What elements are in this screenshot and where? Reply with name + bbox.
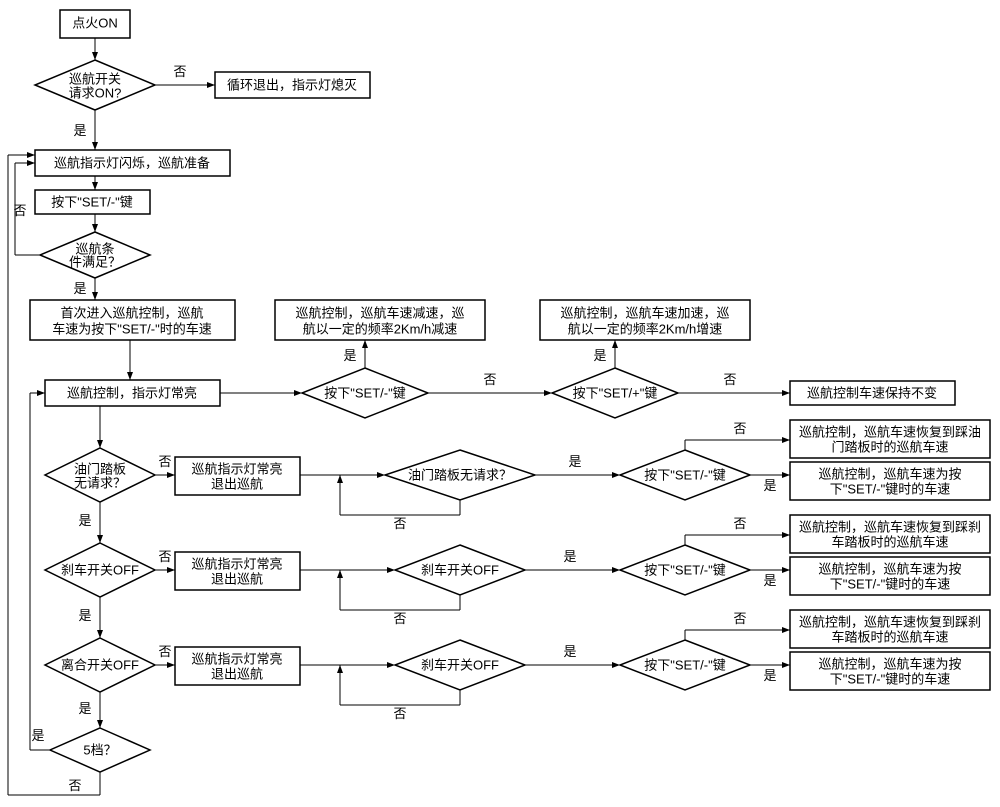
svg-text:点火ON: 点火ON bbox=[72, 15, 118, 30]
svg-text:否: 否 bbox=[733, 421, 746, 436]
svg-text:无请求？: 无请求？ bbox=[74, 475, 126, 490]
svg-text:退出巡航: 退出巡航 bbox=[211, 666, 263, 681]
svg-text:否: 否 bbox=[723, 372, 736, 387]
svg-text:按下"SET/-"键: 按下"SET/-"键 bbox=[644, 657, 725, 672]
svg-text:巡航指示灯常亮: 巡航指示灯常亮 bbox=[191, 651, 282, 666]
svg-text:按下"SET/-"键: 按下"SET/-"键 bbox=[51, 194, 132, 209]
svg-text:巡航控制，巡航车速恢复到踩刹: 巡航控制，巡航车速恢复到踩刹 bbox=[799, 614, 981, 629]
svg-text:是: 是 bbox=[343, 348, 356, 363]
svg-text:是: 是 bbox=[73, 123, 86, 138]
svg-text:是: 是 bbox=[763, 478, 776, 493]
svg-text:刹车开关OFF: 刹车开关OFF bbox=[61, 562, 139, 577]
svg-text:刹车开关OFF: 刹车开关OFF bbox=[421, 657, 499, 672]
svg-text:按下"SET/-"键: 按下"SET/-"键 bbox=[324, 385, 405, 400]
svg-text:下"SET/-"键时的车速: 下"SET/-"键时的车速 bbox=[830, 671, 950, 686]
svg-text:巡航指示灯常亮: 巡航指示灯常亮 bbox=[191, 556, 282, 571]
svg-text:否: 否 bbox=[733, 516, 746, 531]
svg-text:巡航控制，指示灯常亮: 巡航控制，指示灯常亮 bbox=[67, 385, 197, 400]
svg-text:巡航控制，巡航车速为按: 巡航控制，巡航车速为按 bbox=[818, 561, 961, 576]
svg-text:是: 是 bbox=[78, 701, 91, 716]
svg-text:是: 是 bbox=[563, 644, 576, 659]
svg-text:巡航指示灯闪烁，巡航准备: 巡航指示灯闪烁，巡航准备 bbox=[54, 155, 210, 170]
svg-text:巡航控制，巡航车速恢复到踩刹: 巡航控制，巡航车速恢复到踩刹 bbox=[799, 519, 981, 534]
svg-text:件满足？: 件满足？ bbox=[69, 254, 121, 269]
svg-text:否: 否 bbox=[68, 778, 81, 793]
svg-text:否: 否 bbox=[393, 516, 406, 531]
svg-text:航以一定的频率2Km/h增速: 航以一定的频率2Km/h增速 bbox=[568, 321, 723, 336]
svg-text:是: 是 bbox=[78, 513, 91, 528]
svg-text:否: 否 bbox=[158, 644, 171, 659]
svg-text:退出巡航: 退出巡航 bbox=[211, 476, 263, 491]
svg-text:否: 否 bbox=[158, 454, 171, 469]
svg-text:油门踏板: 油门踏板 bbox=[74, 461, 126, 476]
svg-text:是: 是 bbox=[73, 281, 86, 296]
svg-text:是: 是 bbox=[568, 454, 581, 469]
svg-text:是: 是 bbox=[563, 549, 576, 564]
svg-text:下"SET/-"键时的车速: 下"SET/-"键时的车速 bbox=[830, 576, 950, 591]
svg-text:按下"SET/-"键: 按下"SET/-"键 bbox=[644, 467, 725, 482]
svg-text:否: 否 bbox=[173, 64, 186, 79]
svg-text:否: 否 bbox=[733, 611, 746, 626]
svg-text:是: 是 bbox=[78, 608, 91, 623]
svg-text:离合开关OFF: 离合开关OFF bbox=[61, 657, 139, 672]
svg-text:巡航开关: 巡航开关 bbox=[69, 71, 121, 86]
svg-text:是: 是 bbox=[763, 573, 776, 588]
svg-text:按下"SET/-"键: 按下"SET/-"键 bbox=[644, 562, 725, 577]
svg-text:车速为按下"SET/-"时的车速: 车速为按下"SET/-"时的车速 bbox=[52, 321, 211, 336]
svg-text:退出巡航: 退出巡航 bbox=[211, 571, 263, 586]
svg-text:是: 是 bbox=[763, 668, 776, 683]
svg-text:否: 否 bbox=[393, 706, 406, 721]
svg-text:门踏板时的巡航车速: 门踏板时的巡航车速 bbox=[831, 439, 948, 454]
svg-text:车踏板时的巡航车速: 车踏板时的巡航车速 bbox=[831, 534, 948, 549]
svg-text:下"SET/-"键时的车速: 下"SET/-"键时的车速 bbox=[830, 481, 950, 496]
svg-text:是: 是 bbox=[593, 348, 606, 363]
svg-text:否: 否 bbox=[393, 611, 406, 626]
svg-text:巡航控制，巡航车速减速，巡: 巡航控制，巡航车速减速，巡 bbox=[295, 305, 464, 320]
svg-text:否: 否 bbox=[483, 372, 496, 387]
svg-text:巡航控制，巡航车速为按: 巡航控制，巡航车速为按 bbox=[818, 466, 961, 481]
svg-text:巡航控制，巡航车速加速，巡: 巡航控制，巡航车速加速，巡 bbox=[560, 305, 729, 320]
svg-text:否: 否 bbox=[158, 549, 171, 564]
svg-text:刹车开关OFF: 刹车开关OFF bbox=[421, 562, 499, 577]
svg-text:车踏板时的巡航车速: 车踏板时的巡航车速 bbox=[831, 629, 948, 644]
svg-text:否: 否 bbox=[13, 203, 26, 218]
svg-text:请求ON?: 请求ON? bbox=[69, 85, 122, 100]
svg-text:巡航控制，巡航车速恢复到踩油: 巡航控制，巡航车速恢复到踩油 bbox=[799, 424, 981, 439]
svg-text:巡航控制车速保持不变: 巡航控制车速保持不变 bbox=[807, 385, 937, 400]
svg-text:5档？: 5档？ bbox=[83, 742, 116, 757]
svg-text:航以一定的频率2Km/h减速: 航以一定的频率2Km/h减速 bbox=[303, 321, 458, 336]
svg-text:是: 是 bbox=[31, 728, 44, 743]
svg-text:巡航控制，巡航车速为按: 巡航控制，巡航车速为按 bbox=[818, 656, 961, 671]
svg-text:循环退出，指示灯熄灭: 循环退出，指示灯熄灭 bbox=[227, 77, 357, 92]
svg-text:巡航指示灯常亮: 巡航指示灯常亮 bbox=[191, 461, 282, 476]
svg-text:油门踏板无请求？: 油门踏板无请求？ bbox=[408, 467, 512, 482]
svg-text:首次进入巡航控制，巡航: 首次进入巡航控制，巡航 bbox=[60, 305, 203, 320]
svg-text:按下"SET/+"键: 按下"SET/+"键 bbox=[573, 385, 658, 400]
